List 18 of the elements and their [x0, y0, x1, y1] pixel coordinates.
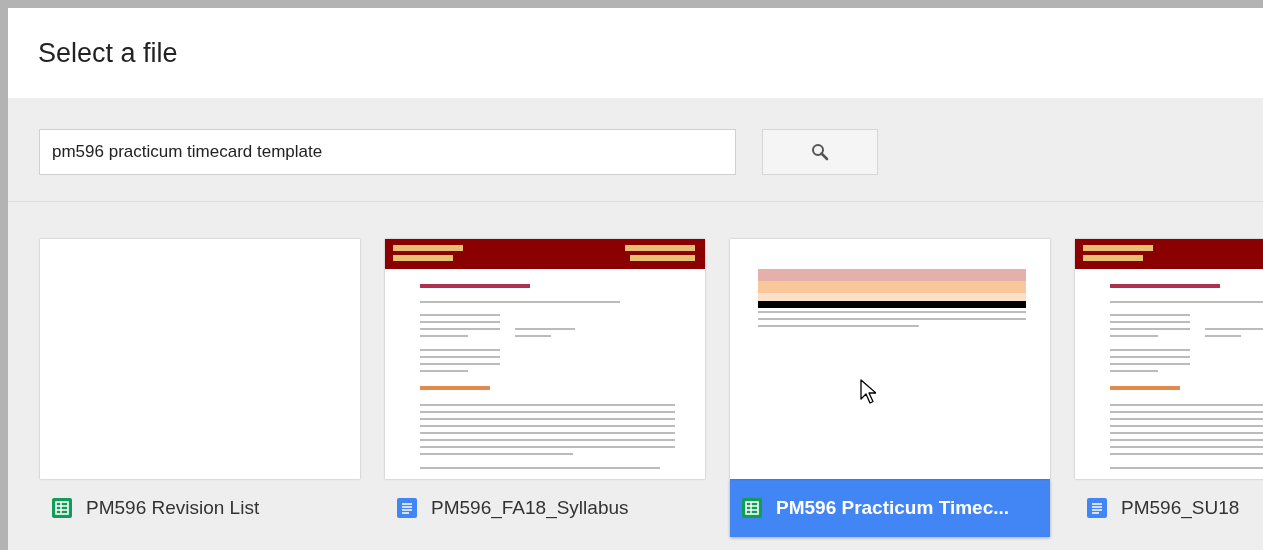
- spreadsheet-icon: [52, 498, 72, 518]
- dialog-title: Select a file: [38, 37, 178, 69]
- file-label[interactable]: PM596_SU18: [1075, 479, 1263, 537]
- search-field[interactable]: pm596 practicum timecard template: [39, 129, 736, 175]
- file-label[interactable]: PM596 Practicum Timec...: [730, 479, 1050, 537]
- file-name: PM596 Practicum Timec...: [776, 497, 1010, 519]
- file-name: PM596_SU18: [1121, 497, 1240, 519]
- file-thumbnail[interactable]: [385, 239, 705, 479]
- file-thumbnail[interactable]: [730, 239, 1050, 479]
- search-icon: [811, 143, 829, 161]
- document-icon: [1087, 498, 1107, 518]
- file-label[interactable]: PM596_FA18_Syllabus: [385, 479, 705, 537]
- document-icon: [397, 498, 417, 518]
- file-name: PM596 Revision List: [86, 497, 260, 519]
- file-thumbnail[interactable]: [40, 239, 360, 479]
- file-label[interactable]: PM596 Revision List: [40, 479, 360, 537]
- file-name: PM596_FA18_Syllabus: [431, 497, 629, 519]
- spreadsheet-icon: [742, 498, 762, 518]
